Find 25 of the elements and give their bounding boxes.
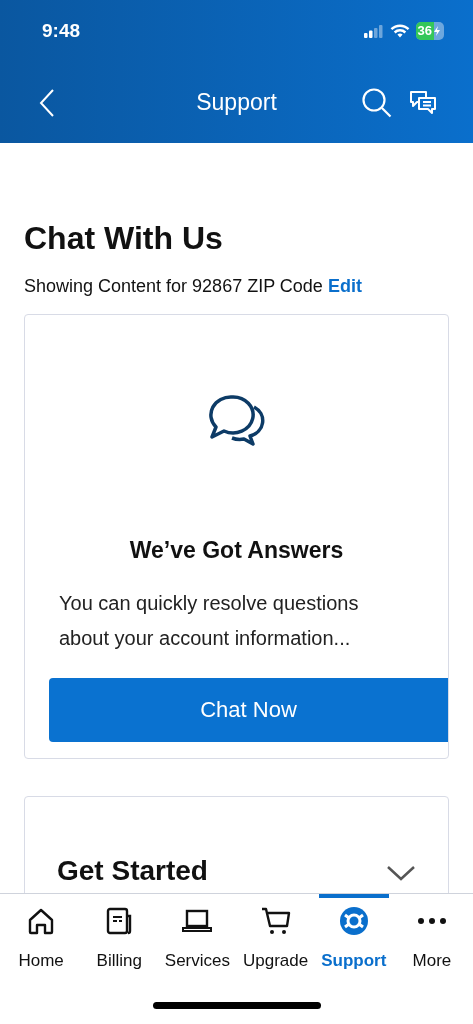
tab-bar-item[interactable]: Services — [158, 894, 237, 974]
location-text: Showing Content for 92867 ZIP Code — [24, 276, 323, 296]
header-title: Support — [196, 88, 277, 118]
tab-bar-item[interactable]: Billing — [80, 894, 159, 974]
tab-bar-item[interactable]: Upgrade — [236, 894, 315, 974]
card-heading: Get Started — [57, 855, 208, 888]
cart-icon — [260, 906, 291, 936]
back-icon[interactable] — [38, 87, 56, 118]
chat-now-button[interactable]: Chat Now — [49, 677, 448, 742]
page-title: Chat With Us — [24, 219, 224, 257]
tab-bar-item[interactable]: Support — [314, 894, 393, 974]
chevron-down-icon[interactable] — [386, 865, 416, 881]
status-time: 9:48 — [42, 18, 81, 43]
wifi-icon — [389, 24, 410, 38]
tab-bar-item[interactable]: More — [392, 894, 472, 974]
more-icon — [416, 917, 447, 925]
chat-icon[interactable] — [409, 89, 437, 116]
lifebuoy-icon — [338, 906, 369, 936]
signal-icon — [363, 24, 384, 38]
card-description: You can quickly resolve questions about your account information... — [58, 590, 360, 651]
battery-icon: 36 — [415, 22, 444, 40]
search-icon[interactable] — [361, 86, 393, 119]
card-heading: We’ve Got Answers — [129, 536, 344, 565]
edit-link[interactable]: Edit — [327, 276, 362, 296]
tab-bar-item[interactable]: Home — [2, 894, 81, 974]
